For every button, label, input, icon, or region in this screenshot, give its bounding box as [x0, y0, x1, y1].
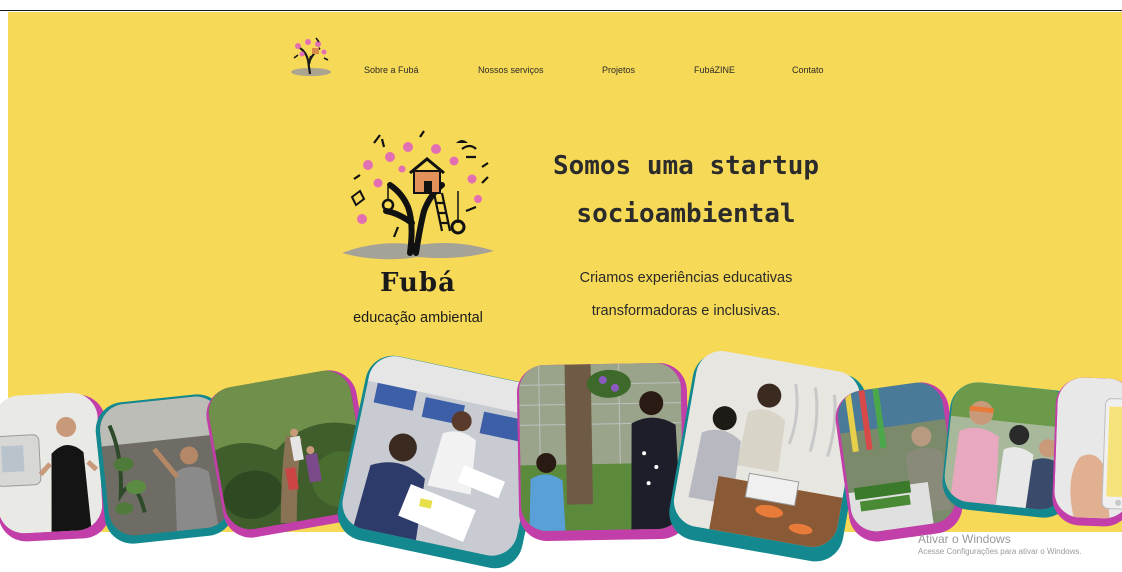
subtext-line-2: transformadoras e inclusivas. — [591, 303, 781, 319]
headline-line-1: Somos uma startup — [552, 151, 820, 181]
phone-hand-photo[interactable] — [1053, 376, 1122, 520]
headline-line-2: socioambiental — [576, 199, 796, 229]
hero-subtext: Criamos experiências educativas transfor… — [538, 262, 834, 328]
brand-tagline: educação ambiental — [353, 310, 483, 326]
seedlings-table-photo[interactable] — [834, 379, 960, 535]
watermark-subtitle: Acesse Configurações para ativar o Windo… — [918, 547, 1082, 556]
nav-link-servicos[interactable]: Nossos serviços — [478, 65, 544, 75]
watermark-title: Ativar o Windows — [918, 532, 1011, 546]
nav-link-contato[interactable]: Contato — [792, 65, 824, 75]
brand-name: Fubá — [380, 268, 456, 298]
windows-activation-watermark: Ativar o Windows Acesse Configurações pa… — [918, 532, 1082, 556]
nav-link-sobre[interactable]: Sobre a Fubá — [364, 65, 419, 75]
browser-top-edge — [0, 0, 1122, 11]
workshop-table-photo[interactable] — [669, 346, 865, 552]
classroom-photo[interactable] — [337, 351, 549, 561]
fuba-tree-logo-icon — [338, 127, 498, 269]
nav-link-projetos[interactable]: Projetos — [602, 65, 635, 75]
subtext-line-1: Criamos experiências educativas — [579, 270, 793, 286]
nav-logo-icon[interactable] — [286, 34, 336, 78]
sign-language-camera-photo[interactable] — [0, 391, 104, 535]
photo-gallery-strip — [0, 346, 1122, 572]
tree-flowers-photo[interactable] — [518, 362, 684, 532]
nav-link-fubazine[interactable]: FubáZINE — [694, 65, 735, 75]
hero-headline: Somos uma startup socioambiental — [536, 142, 836, 238]
